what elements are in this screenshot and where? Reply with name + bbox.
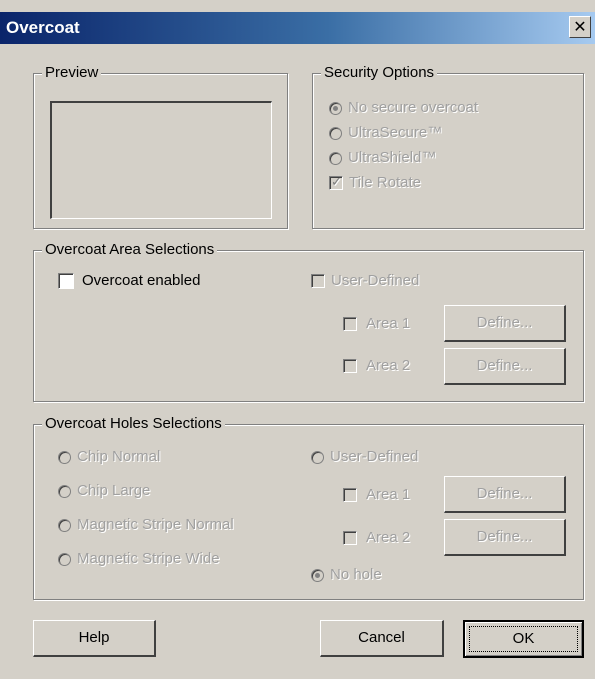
security-options-legend: Security Options — [321, 64, 438, 82]
option-label: User-Defined — [330, 448, 419, 465]
overcoat-holes-group: Overcoat Holes Selections Chip Normal Ch… — [33, 415, 584, 600]
radio-indicator — [58, 518, 71, 532]
option-label: Tile Rotate — [349, 174, 421, 191]
radio-indicator — [58, 450, 71, 464]
radio-ultrasecure[interactable]: UltraSecure™ — [329, 124, 442, 142]
close-button[interactable]: ✕ — [569, 16, 591, 38]
checkbox-tile-rotate[interactable]: Tile Rotate — [329, 174, 421, 192]
overcoat-area-legend: Overcoat Area Selections — [42, 241, 218, 259]
option-label: UltraSecure™ — [348, 124, 443, 141]
checkbox-indicator — [311, 274, 325, 288]
overcoat-holes-legend: Overcoat Holes Selections — [42, 415, 225, 433]
radio-indicator — [329, 101, 342, 115]
holes-area-1-define-button[interactable]: Define... — [444, 476, 566, 513]
option-label: No secure overcoat — [348, 99, 479, 116]
preview-legend: Preview — [42, 64, 102, 82]
holes-area-2-define-button[interactable]: Define... — [444, 519, 566, 556]
option-label: Magnetic Stripe Wide — [77, 550, 220, 567]
radio-holes-user-defined[interactable]: User-Defined — [311, 448, 418, 466]
security-options-group: Security Options No secure overcoat Ultr… — [312, 64, 584, 229]
radio-indicator — [311, 568, 324, 582]
overcoat-area-group: Overcoat Area Selections Overcoat enable… — [33, 241, 584, 402]
option-label: Area 2 — [366, 357, 411, 374]
option-label: No hole — [330, 566, 382, 583]
radio-indicator — [311, 450, 324, 464]
radio-chip-large[interactable]: Chip Large — [58, 482, 150, 500]
radio-indicator — [329, 151, 342, 165]
checkbox-indicator — [343, 359, 357, 373]
radio-magnetic-stripe-normal[interactable]: Magnetic Stripe Normal — [58, 516, 234, 534]
radio-indicator — [58, 484, 71, 498]
checkbox-indicator — [343, 317, 357, 331]
radio-no-hole[interactable]: No hole — [311, 566, 382, 584]
radio-indicator — [58, 552, 71, 566]
close-icon: ✕ — [573, 17, 587, 36]
option-label: Area 1 — [366, 315, 411, 332]
checkbox-overcoat-enabled[interactable]: Overcoat enabled — [58, 272, 200, 290]
window-title: Overcoat — [6, 18, 80, 37]
area-2-define-button[interactable]: Define... — [444, 348, 566, 385]
radio-ultrashield[interactable]: UltraShield™ — [329, 149, 436, 167]
ok-button[interactable]: OK — [463, 620, 584, 658]
area-1-define-button[interactable]: Define... — [444, 305, 566, 342]
preview-box — [50, 101, 272, 219]
help-button[interactable]: Help — [33, 620, 156, 657]
radio-indicator — [329, 126, 342, 140]
option-label: Magnetic Stripe Normal — [77, 516, 234, 533]
preview-group: Preview — [33, 64, 288, 229]
option-label: Overcoat enabled — [82, 272, 201, 289]
radio-chip-normal[interactable]: Chip Normal — [58, 448, 160, 466]
checkbox-indicator — [329, 174, 343, 192]
option-label: Chip Normal — [77, 448, 161, 465]
checkbox-area-user-defined[interactable]: User-Defined — [311, 272, 419, 290]
checkbox-holes-area-2[interactable]: Area 2 — [343, 529, 410, 547]
option-label: Area 2 — [366, 529, 411, 546]
checkbox-holes-area-1[interactable]: Area 1 — [343, 486, 410, 504]
radio-no-secure-overcoat[interactable]: No secure overcoat — [329, 99, 478, 117]
cancel-button[interactable]: Cancel — [320, 620, 444, 657]
checkbox-area-1[interactable]: Area 1 — [343, 315, 410, 333]
ok-button-label: OK — [512, 630, 535, 647]
title-bar[interactable]: Overcoat ✕ — [0, 12, 595, 44]
option-label: UltraShield™ — [348, 149, 437, 166]
option-label: Area 1 — [366, 486, 411, 503]
radio-magnetic-stripe-wide[interactable]: Magnetic Stripe Wide — [58, 550, 220, 568]
checkbox-indicator — [343, 488, 357, 502]
overcoat-dialog: Overcoat ✕ Preview Security Options No s… — [0, 0, 595, 679]
checkbox-indicator — [343, 531, 357, 545]
option-label: Chip Large — [77, 482, 151, 499]
checkbox-indicator — [58, 273, 74, 289]
option-label: User-Defined — [331, 272, 420, 289]
checkbox-area-2[interactable]: Area 2 — [343, 357, 410, 375]
